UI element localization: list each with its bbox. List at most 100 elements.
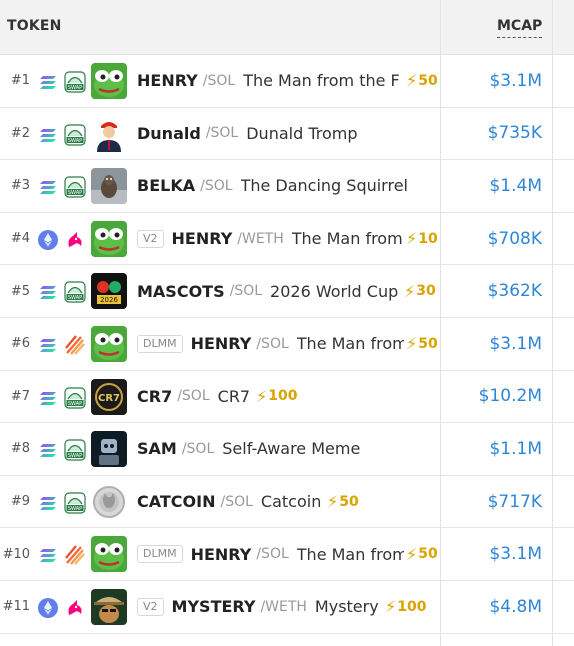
market-cap-value: $4.8M <box>489 596 542 617</box>
boost-badge: ⚡ 30 <box>402 265 436 317</box>
table-row[interactable]: #9 SWAP CATCOIN/SOL Catcoin ⚡ 50 $717K <box>0 475 574 529</box>
token-info[interactable]: SAM/SOL Self-Aware Meme <box>137 423 439 475</box>
market-cap-value: $708K <box>487 228 542 249</box>
cr7-icon: CR7 <box>91 378 127 415</box>
token-name: Self-Aware Meme <box>222 439 361 459</box>
token-info[interactable]: CATCOIN/SOL Catcoin <box>137 476 325 528</box>
ethereum-icon <box>38 597 58 618</box>
coin-icon <box>91 483 127 520</box>
ethereum-icon <box>38 229 58 250</box>
solana-icon <box>38 388 58 408</box>
swap-icon: SWAP <box>64 492 86 514</box>
token-info[interactable]: V2 HENRY/WETH The Man from <box>137 213 404 265</box>
table-row[interactable]: #11 V2 MYSTERY/WETH Mystery ⚡ 100 $4.8M <box>0 580 574 634</box>
swap-icon: SWAP <box>64 281 86 303</box>
svg-text:SWAP: SWAP <box>68 401 82 407</box>
pepe-icon <box>91 536 127 573</box>
pepe-icon <box>91 220 127 257</box>
column-divider <box>552 0 553 646</box>
lightning-icon: ⚡ <box>385 597 397 617</box>
market-cap-value: $10.2M <box>478 386 542 407</box>
table-row[interactable]: #5 SWAP 2026 MASCOTS/SOL 2026 World Cup ⚡ 30 $3… <box>0 265 574 318</box>
quote-symbol: /SOL <box>205 125 239 142</box>
table-row[interactable]: #7 SWAP CR7 CR7/SOL CR7 ⚡ 100 $10.2M <box>0 370 574 424</box>
pair-tag-badge: DLMM <box>137 545 183 564</box>
quote-symbol: /SOL <box>229 283 263 300</box>
token-name: Dunald Tromp <box>246 123 358 143</box>
table-row[interactable]: #8 SWAP SAM/SOL Self-Aware Meme $1.1M <box>0 423 574 476</box>
table-row[interactable]: #6 DLMM HENRY/SOL The Man from ⚡ 50 $3.1M <box>0 317 574 371</box>
squirrel-icon <box>91 168 127 205</box>
pepe-icon <box>91 325 127 362</box>
mcap-column-header[interactable]: MCAP <box>497 18 543 38</box>
rank-label: #8 <box>10 441 30 457</box>
token-info[interactable]: BELKA/SOL The Dancing Squirrel <box>137 160 439 212</box>
boost-count: 100 <box>397 598 427 615</box>
boost-badge: ⚡ 50 <box>404 317 438 370</box>
quote-symbol: /WETH <box>260 598 307 615</box>
token-info[interactable]: DLMM HENRY/SOL The Man from <box>137 528 404 580</box>
token-symbol: MASCOTS <box>137 281 225 301</box>
token-name: CR7 <box>217 386 251 406</box>
market-cap-value: $3.1M <box>489 70 542 91</box>
rank-label: #11 <box>2 599 30 615</box>
token-name: Mystery <box>314 597 379 617</box>
token-info[interactable]: CR7/SOL CR7 <box>137 371 254 423</box>
person-icon <box>91 115 127 152</box>
quote-symbol: /SOL <box>200 177 233 194</box>
boost-count: 50 <box>418 335 438 352</box>
rank-label: #9 <box>10 494 30 510</box>
table-row[interactable]: #4 V2 HENRY/WETH The Man from ⚡ 10 $708K <box>0 212 574 266</box>
token-name: The Man from <box>291 229 403 249</box>
token-info[interactable]: V2 MYSTERY/WETH Mystery <box>137 581 383 633</box>
token-name: The Man from the F <box>243 71 400 91</box>
boost-badge: ⚡ 10 <box>404 212 438 265</box>
column-divider <box>440 0 441 646</box>
token-column-header[interactable]: TOKEN <box>7 18 62 34</box>
robot-icon <box>91 431 127 468</box>
stripes-icon <box>64 334 86 356</box>
market-cap-value: $1.1M <box>489 438 542 459</box>
token-name: 2026 World Cup <box>270 281 399 301</box>
quote-symbol: /SOL <box>220 493 253 510</box>
token-symbol: HENRY <box>190 544 252 564</box>
market-cap-value: $735K <box>487 123 542 144</box>
boost-badge: ⚡ 100 <box>383 580 427 633</box>
market-cap-value: $3.1M <box>489 544 542 565</box>
table-row[interactable]: #3 SWAP BELKA/SOL The Dancing Squirrel $1.4M <box>0 160 574 213</box>
token-symbol: MYSTERY <box>171 597 256 617</box>
rank-label: #6 <box>10 336 30 352</box>
solana-icon <box>38 440 58 460</box>
quote-symbol: /WETH <box>237 230 284 247</box>
unicorn-icon <box>64 229 86 251</box>
solana-icon <box>38 282 58 302</box>
table-row[interactable]: #1 SWAP HENRY/SOL The Man from the F ⚡ 50 $3.1… <box>0 55 574 108</box>
svg-text:SWAP: SWAP <box>68 85 82 91</box>
rank-label: #3 <box>10 178 30 194</box>
swap-icon: SWAP <box>64 439 86 461</box>
rank-label: #1 <box>10 73 30 89</box>
lightning-icon: ⚡ <box>406 229 418 249</box>
boost-count: 30 <box>416 283 436 300</box>
mascots-icon: 2026 <box>91 273 127 310</box>
svg-text:SWAP: SWAP <box>68 295 82 301</box>
rank-label: #7 <box>10 388 30 404</box>
token-list: #1 SWAP HENRY/SOL The Man from the F ⚡ 50 $3.1… <box>0 55 574 634</box>
svg-text:CR7: CR7 <box>98 393 120 404</box>
token-info[interactable]: HENRY/SOL The Man from the F <box>137 55 404 107</box>
boost-count: 10 <box>418 230 438 247</box>
lightning-icon: ⚡ <box>406 334 418 354</box>
token-info[interactable]: Dunald/SOL Dunald Tromp <box>137 108 439 160</box>
token-info[interactable]: DLMM HENRY/SOL The Man from <box>137 318 404 370</box>
swap-icon: SWAP <box>64 176 86 198</box>
solana-icon <box>38 335 58 355</box>
token-symbol: BELKA <box>137 176 196 196</box>
lightning-icon: ⚡ <box>406 71 418 91</box>
token-info[interactable]: MASCOTS/SOL 2026 World Cup <box>137 265 402 317</box>
table-row[interactable]: #10 DLMM HENRY/SOL The Man from ⚡ 50 $3.1M <box>0 528 574 581</box>
market-cap-value: $3.1M <box>489 333 542 354</box>
svg-text:SWAP: SWAP <box>68 506 82 512</box>
market-cap-value: $717K <box>487 491 542 512</box>
table-row[interactable]: #2 SWAP Dunald/SOL Dunald Tromp $735K <box>0 108 574 161</box>
lightning-icon: ⚡ <box>327 492 339 512</box>
